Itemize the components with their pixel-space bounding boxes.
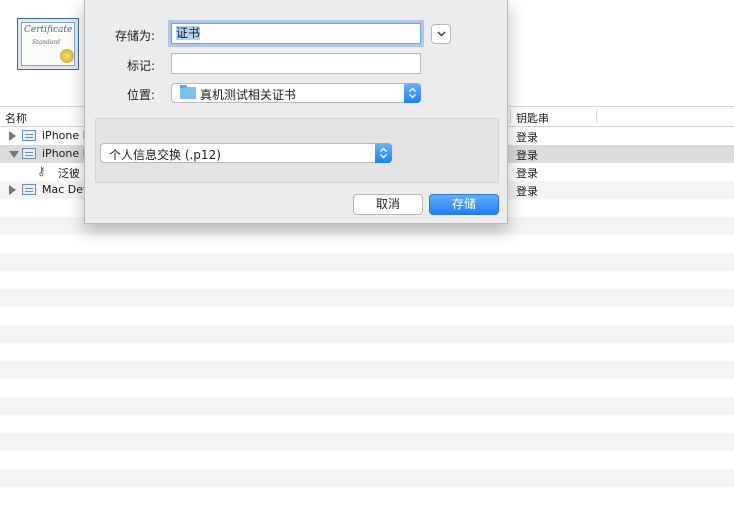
empty-row	[0, 487, 734, 505]
certificate-icon	[22, 184, 36, 195]
column-keychain[interactable]: 钥匙串	[516, 110, 549, 126]
expand-dialog-button[interactable]	[431, 24, 451, 44]
empty-row	[0, 397, 734, 415]
key-icon: ⚷	[37, 164, 46, 178]
empty-row	[0, 433, 734, 451]
disclosure-triangle-icon[interactable]	[9, 131, 16, 141]
disclosure-triangle-icon[interactable]	[9, 185, 16, 195]
empty-row	[0, 415, 734, 433]
item-keychain: 登录	[516, 131, 538, 144]
empty-row	[0, 307, 734, 325]
save-dialog: 存储为: 证书 标记: 位置: 真机测试相关证书 个人信息交换 (.p12) 取…	[84, 0, 508, 224]
file-format-value: 个人信息交换 (.p12)	[109, 148, 221, 162]
empty-row	[0, 271, 734, 289]
item-keychain: 登录	[516, 167, 538, 180]
certificate-icon	[22, 130, 36, 141]
empty-row	[0, 379, 734, 397]
file-format-popup[interactable]: 个人信息交换 (.p12)	[100, 143, 392, 163]
save-button[interactable]: 存储	[429, 194, 499, 215]
column-name[interactable]: 名称	[5, 110, 27, 126]
tags-field[interactable]	[171, 53, 421, 74]
popup-stepper-icon	[375, 143, 392, 163]
certificate-icon	[22, 148, 36, 159]
save-as-label: 存储为:	[114, 29, 155, 43]
item-keychain: 登录	[516, 185, 538, 198]
empty-row	[0, 343, 734, 361]
certificate-preview-icon: Certificate Standard	[17, 18, 79, 70]
tags-label: 标记:	[126, 59, 155, 73]
empty-row	[0, 253, 734, 271]
item-name: 泛彼	[58, 167, 80, 180]
save-as-value: 证书	[176, 26, 201, 40]
empty-row	[0, 325, 734, 343]
empty-row	[0, 289, 734, 307]
location-label: 位置:	[126, 88, 155, 102]
format-options-panel: 个人信息交换 (.p12)	[95, 118, 499, 183]
empty-row	[0, 235, 734, 253]
disclosure-triangle-icon[interactable]	[9, 151, 19, 158]
location-popup[interactable]: 真机测试相关证书	[171, 83, 421, 103]
item-name: Mac Dev	[42, 183, 90, 196]
empty-row	[0, 451, 734, 469]
folder-icon	[180, 85, 196, 99]
cancel-button[interactable]: 取消	[353, 194, 423, 215]
chevron-down-icon	[437, 31, 446, 37]
empty-row	[0, 361, 734, 379]
location-value: 真机测试相关证书	[200, 88, 297, 102]
item-keychain: 登录	[516, 149, 538, 162]
empty-row	[0, 469, 734, 487]
popup-stepper-icon	[404, 83, 421, 103]
save-as-field[interactable]: 证书	[171, 23, 421, 44]
